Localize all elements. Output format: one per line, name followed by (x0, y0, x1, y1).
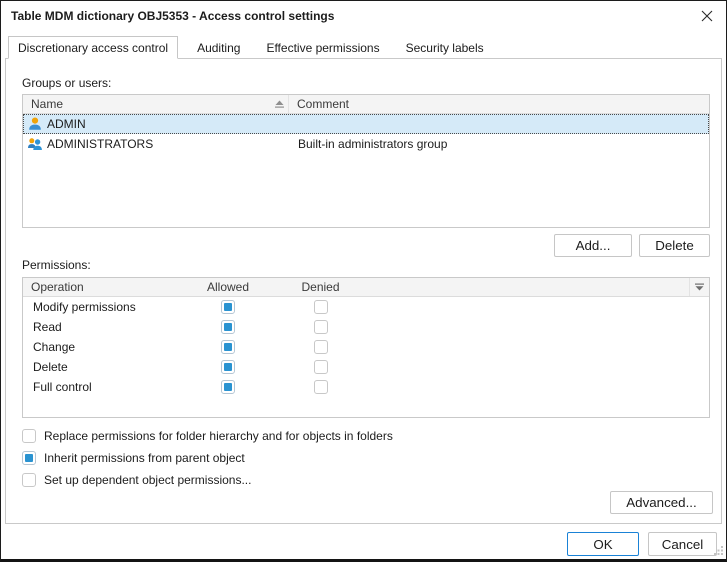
groups-or-users-label: Groups or users: (22, 76, 111, 90)
title-bar: Table MDM dictionary OBJ5353 - Access co… (1, 1, 726, 33)
table-row-admin[interactable]: ADMIN (23, 114, 709, 134)
group-name: ADMINISTRATORS (47, 137, 153, 151)
column-header-label: Allowed (207, 280, 249, 294)
denied-checkbox[interactable] (314, 300, 328, 314)
column-header-comment[interactable]: Comment (289, 95, 709, 113)
permission-row[interactable]: Modify permissions (23, 297, 709, 317)
denied-checkbox[interactable] (314, 320, 328, 334)
option-label: Replace permissions for folder hierarchy… (44, 429, 393, 443)
close-icon (701, 10, 713, 25)
resize-grip[interactable] (713, 544, 724, 558)
tab-security-labels[interactable]: Security labels (406, 36, 484, 59)
option-label: Set up dependent object permissions... (44, 473, 251, 487)
tab-label: Security labels (406, 41, 484, 55)
sort-asc-icon (275, 100, 284, 109)
permission-row[interactable]: Read (23, 317, 709, 337)
permissions-label: Permissions: (22, 258, 91, 272)
dropdown-icon (695, 280, 704, 294)
dialog-title: Table MDM dictionary OBJ5353 - Access co… (11, 9, 334, 23)
groups-or-users-list: Name Comment ADM (22, 94, 710, 228)
column-header-operation[interactable]: Operation (23, 278, 183, 296)
column-header-label: Operation (31, 280, 84, 294)
tab-label: Auditing (197, 41, 240, 55)
option-checkbox[interactable] (22, 451, 36, 465)
operation-label: Delete (23, 360, 183, 374)
groups-list-header: Name Comment (23, 95, 709, 114)
column-header-label: Denied (301, 280, 339, 294)
ok-button[interactable]: OK (567, 532, 639, 556)
column-header-label: Name (31, 97, 63, 111)
option-checkbox[interactable] (22, 429, 36, 443)
group-name: ADMIN (47, 117, 86, 131)
permission-row[interactable]: Delete (23, 357, 709, 377)
group-comment: Built-in administrators group (290, 137, 708, 151)
tab-discretionary-access-control[interactable]: Discretionary access control (8, 36, 178, 59)
options-list: Replace permissions for folder hierarchy… (22, 425, 393, 491)
cancel-button[interactable]: Cancel (648, 532, 717, 556)
group-icon (27, 136, 43, 152)
allowed-checkbox[interactable] (221, 300, 235, 314)
access-control-settings-dialog: Table MDM dictionary OBJ5353 - Access co… (0, 0, 727, 562)
table-row-administrators[interactable]: ADMINISTRATORS Built-in administrators g… (23, 134, 709, 154)
option-inherit-permissions[interactable]: Inherit permissions from parent object (22, 447, 393, 469)
close-button[interactable] (696, 6, 718, 28)
column-chooser-button[interactable] (689, 278, 709, 296)
tab-effective-permissions[interactable]: Effective permissions (266, 36, 379, 59)
option-dependent-permissions[interactable]: Set up dependent object permissions... (22, 469, 393, 491)
operation-label: Modify permissions (23, 300, 183, 314)
permission-row[interactable]: Change (23, 337, 709, 357)
option-label: Inherit permissions from parent object (44, 451, 245, 465)
option-checkbox[interactable] (22, 473, 36, 487)
column-header-denied[interactable]: Denied (273, 278, 368, 296)
tab-content-area: Groups or users: Name Comment (5, 58, 722, 524)
operation-label: Change (23, 340, 183, 354)
tab-strip: Discretionary access control Auditing Ef… (5, 36, 484, 59)
operation-label: Full control (23, 380, 183, 394)
permissions-table: Operation Allowed Denied Modify permissi… (22, 277, 710, 418)
allowed-checkbox[interactable] (221, 320, 235, 334)
user-icon (27, 116, 43, 132)
allowed-checkbox[interactable] (221, 380, 235, 394)
permissions-table-header: Operation Allowed Denied (23, 278, 709, 297)
tab-label: Effective permissions (266, 41, 379, 55)
column-header-name[interactable]: Name (23, 95, 289, 113)
denied-checkbox[interactable] (314, 380, 328, 394)
permission-row[interactable]: Full control (23, 377, 709, 397)
column-header-allowed[interactable]: Allowed (183, 278, 273, 296)
operation-label: Read (23, 320, 183, 334)
column-header-label: Comment (297, 97, 349, 111)
allowed-checkbox[interactable] (221, 340, 235, 354)
allowed-checkbox[interactable] (221, 360, 235, 374)
column-header-filler (368, 278, 689, 296)
add-button[interactable]: Add... (554, 234, 632, 257)
delete-button[interactable]: Delete (639, 234, 710, 257)
option-replace-permissions[interactable]: Replace permissions for folder hierarchy… (22, 425, 393, 447)
tab-label: Discretionary access control (18, 41, 168, 55)
denied-checkbox[interactable] (314, 360, 328, 374)
advanced-button[interactable]: Advanced... (610, 491, 713, 514)
denied-checkbox[interactable] (314, 340, 328, 354)
tab-auditing[interactable]: Auditing (197, 36, 240, 59)
